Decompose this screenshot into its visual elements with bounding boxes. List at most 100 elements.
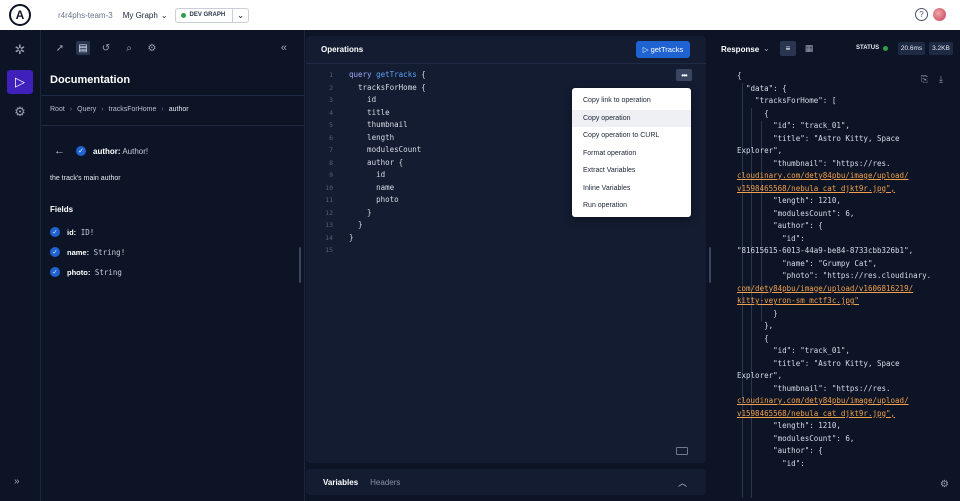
rocket-icon[interactable]: ➚ (53, 41, 67, 55)
json-line: "modulesCount": 6, (737, 433, 855, 443)
menu-item-copy-link[interactable]: Copy link to operation (572, 92, 691, 110)
menu-item-format[interactable]: Format operation (572, 145, 691, 163)
json-line: "title": "Astro Kitty, Space (737, 358, 900, 368)
more-options-icon[interactable]: ••• (676, 69, 692, 81)
check-icon[interactable]: ✓ (50, 247, 60, 257)
operations-title: Operations (321, 45, 364, 54)
check-icon[interactable]: ✓ (76, 146, 86, 156)
graph-selector[interactable]: My Graph ⌄ (123, 11, 168, 20)
breadcrumb-separator: › (101, 106, 104, 113)
code-line[interactable]: length (349, 133, 394, 145)
json-line: "length": 1210, (737, 196, 841, 205)
tab-headers[interactable]: Headers (370, 478, 400, 487)
code-line[interactable]: thumbnail (349, 120, 408, 132)
tab-variables[interactable]: Variables (323, 478, 358, 487)
code-line[interactable]: } (349, 220, 363, 232)
documentation-panel: ➚ ▤ ↺ ⌕ ⚙ « Documentation Root › Query ›… (41, 30, 305, 501)
code-line[interactable]: author { (349, 158, 403, 170)
code-line[interactable]: title (349, 108, 390, 120)
table-view-icon[interactable]: ▦ (801, 41, 817, 56)
code-line[interactable]: } (349, 208, 372, 220)
line-number: 9 (329, 171, 333, 179)
menu-item-copy-operation[interactable]: Copy operation (572, 109, 691, 127)
left-rail: ✲ ▷ ⚙ » (0, 30, 41, 501)
gear-icon[interactable]: ⚙ (145, 41, 159, 55)
json-line: { (737, 108, 769, 118)
apollo-logo-icon[interactable]: A (9, 4, 31, 26)
field-row-type[interactable]: String! (94, 248, 126, 257)
code-line[interactable]: } (349, 233, 354, 245)
schema-icon[interactable]: ✲ (7, 38, 33, 62)
explorer-icon[interactable]: ▷ (7, 70, 33, 94)
json-link[interactable]: cloudinary.com/dety84pbu/image/upload/ (737, 171, 909, 184)
breadcrumb-query[interactable]: Query (77, 106, 96, 113)
response-json[interactable]: { "data": { "tracksForHome": [ { "id": "… (711, 71, 960, 498)
line-number: 11 (325, 196, 333, 204)
menu-item-copy-curl[interactable]: Copy operation to CURL (572, 127, 691, 145)
field-row[interactable]: ✓ name: String! (50, 247, 125, 257)
variant-name: DEV GRAPH (189, 12, 226, 18)
gear-icon[interactable]: ⚙ (940, 479, 949, 490)
check-icon[interactable]: ✓ (50, 227, 60, 237)
menu-item-extract-variables[interactable]: Extract Variables (572, 162, 691, 180)
line-number: 12 (325, 208, 333, 217)
menu-item-run[interactable]: Run operation (572, 197, 691, 215)
code-line[interactable]: id (349, 170, 385, 182)
json-view-icon[interactable]: ≡ (780, 41, 796, 56)
org-name[interactable]: r4r4phs-team-3 (58, 11, 113, 20)
field-description: the track's main author (50, 175, 121, 182)
json-line: "id": "track_01", (737, 346, 850, 355)
field-row-type[interactable]: String (95, 268, 122, 277)
json-line: "photo": "https://res.cloudinary. (737, 271, 932, 280)
code-line[interactable]: name (349, 183, 394, 195)
code-line[interactable]: photo (349, 195, 399, 207)
json-line: "thumbnail": "https://res. (737, 158, 891, 168)
json-link[interactable]: com/dety84pbu/image/upload/v1606816219/ (737, 284, 913, 297)
run-button[interactable]: ▷ getTracks (636, 41, 690, 58)
json-link[interactable]: kitty-veyron-sm_mctf3c.jpg" (737, 296, 859, 309)
avatar[interactable] (933, 8, 946, 21)
variant-selector[interactable]: DEV GRAPH ⌄ (174, 7, 249, 23)
code-line[interactable]: query getTracks { (349, 70, 426, 82)
back-arrow-icon[interactable]: ← (54, 145, 65, 157)
breadcrumb-separator: › (161, 106, 164, 113)
search-icon[interactable]: ⌕ (122, 41, 136, 55)
settings-icon[interactable]: ⚙ (7, 100, 33, 124)
code-line[interactable]: tracksForHome { (349, 83, 426, 95)
code-line[interactable]: id (349, 95, 376, 107)
help-icon[interactable]: ? (915, 8, 928, 21)
field-row[interactable]: ✓ id: ID! (50, 227, 94, 237)
logo-letter: A (15, 8, 25, 22)
breadcrumb-tracksforhome[interactable]: tracksForHome (109, 106, 157, 113)
json-line: { (737, 71, 742, 80)
docs-icon[interactable]: ▤ (76, 41, 90, 55)
json-line: "id": "track_01", (737, 121, 850, 130)
json-line: "tracksForHome": [ (737, 96, 837, 105)
breadcrumb-author: author (168, 106, 189, 113)
code-line[interactable]: modulesCount (349, 145, 421, 157)
chevron-down-icon[interactable]: ⌄ (763, 44, 770, 53)
breadcrumb-root[interactable]: Root (50, 106, 65, 113)
field-type[interactable]: Author! (122, 147, 148, 156)
line-number: 14 (325, 233, 333, 242)
field-row-type[interactable]: ID! (81, 228, 95, 237)
json-link[interactable]: v1598465568/nebula_cat_djkt9r.jpg", (737, 184, 895, 197)
response-title[interactable]: Response (721, 45, 759, 54)
chevron-up-icon[interactable]: ︿ (678, 476, 687, 489)
menu-item-inline-variables[interactable]: Inline Variables (572, 180, 691, 198)
check-icon[interactable]: ✓ (50, 267, 60, 277)
json-link[interactable]: cloudinary.com/dety84pbu/image/upload/ (737, 396, 909, 409)
response-panel: Response ⌄ ≡ ▦ STATUS 20.6ms 3.2KB ⎘ ⤓ {… (711, 30, 960, 501)
keyboard-shortcuts-icon[interactable] (676, 447, 688, 455)
json-line: { (737, 333, 769, 343)
history-icon[interactable]: ↺ (99, 41, 113, 55)
variant-status-dot (180, 12, 186, 18)
field-row[interactable]: ✓ photo: String (50, 267, 122, 277)
json-link[interactable]: v1598465568/nebula_cat_djkt9r.jpg", (737, 409, 895, 422)
collapse-panel-icon[interactable]: « (281, 42, 287, 54)
line-number: 7 (329, 146, 333, 154)
chevron-down-icon: ⌄ (160, 10, 168, 20)
expand-sidebar-icon[interactable]: » (14, 476, 20, 487)
top-bar: A r4r4phs-team-3 My Graph ⌄ DEV GRAPH ⌄ … (0, 0, 960, 30)
docs-resize-handle[interactable] (299, 247, 301, 283)
